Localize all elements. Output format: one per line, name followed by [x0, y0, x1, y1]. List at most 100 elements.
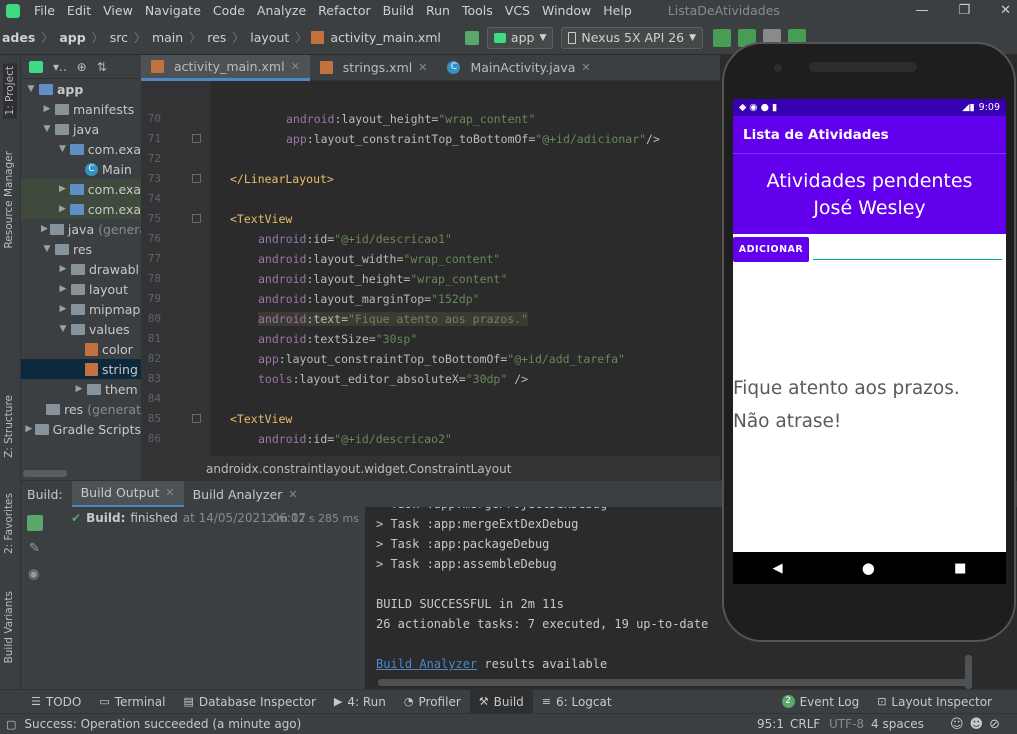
breadcrumb-file[interactable]: activity_main.xml [328, 30, 443, 45]
view-mode-select[interactable]: ▾.. [53, 60, 67, 74]
maximize-button[interactable]: ❐ [958, 3, 970, 18]
minimize-button[interactable]: — [915, 3, 928, 18]
emulator-screen[interactable]: ◆◉●▮ ◢▮ 9:09 Lista de Atividades Ativida… [733, 99, 1006, 584]
breadcrumb-layout[interactable]: layout [248, 30, 291, 45]
close-icon[interactable]: ✕ [288, 488, 297, 501]
tree-item-values[interactable]: ▼ values [21, 319, 141, 339]
structure-tool-tab[interactable]: Z: Structure [3, 395, 15, 458]
menu-analyze[interactable]: Analyze [251, 3, 312, 18]
tree-item-res[interactable]: res (generat [21, 399, 141, 419]
expanded-arrow-icon[interactable]: ▼ [57, 324, 69, 334]
rerun-icon[interactable] [713, 28, 732, 47]
menu-build[interactable]: Build [377, 3, 420, 18]
expanded-arrow-icon[interactable]: ▼ [25, 84, 37, 94]
pin-icon[interactable]: ✎ [29, 541, 40, 556]
code-editor[interactable]: android:layout_height="wrap_content" app:… [211, 81, 720, 456]
collapsed-arrow-icon[interactable]: ▶ [41, 224, 48, 234]
menu-window[interactable]: Window [536, 3, 597, 18]
menu-navigate[interactable]: Navigate [139, 3, 207, 18]
event-log-button[interactable]: 2 Event Log [773, 690, 869, 714]
toggle-tool-windows-icon[interactable]: ▢ [6, 718, 16, 731]
collapsed-arrow-icon[interactable]: ▶ [57, 264, 69, 274]
tool-terminal[interactable]: ▭ Terminal [90, 690, 174, 714]
build-variants-tool-tab[interactable]: Build Variants [3, 591, 15, 663]
collapsed-arrow-icon[interactable]: ▶ [25, 424, 33, 434]
menu-run[interactable]: Run [420, 3, 456, 18]
close-button[interactable]: ✕ [1000, 3, 1011, 18]
menu-code[interactable]: Code [207, 3, 251, 18]
menu-file[interactable]: File [28, 3, 61, 18]
tab-build-output[interactable]: Build Output ✕ [71, 480, 184, 508]
run-config-select[interactable]: app ▼ [486, 26, 554, 49]
tab-mainactivity-java[interactable]: C MainActivity.java ✕ [437, 55, 600, 81]
project-tool-tab[interactable]: 1: Project [3, 63, 17, 119]
make-project-hammer-icon[interactable] [464, 30, 479, 45]
collapsed-arrow-icon[interactable]: ▶ [57, 184, 68, 194]
tool-profiler[interactable]: ◔ Profiler [395, 690, 470, 714]
build-analyzer-link[interactable]: Build Analyzer [376, 657, 477, 671]
expanded-arrow-icon[interactable]: ▼ [41, 124, 53, 134]
fold-marker-icon[interactable] [192, 174, 201, 183]
collapsed-arrow-icon[interactable]: ▶ [57, 304, 69, 314]
breadcrumb-res[interactable]: res [205, 30, 228, 45]
menu-edit[interactable]: Edit [61, 3, 97, 18]
close-icon[interactable]: ✕ [165, 486, 174, 499]
adicionar-button[interactable]: ADICIONAR [733, 237, 809, 262]
tree-item-drawabl[interactable]: ▶ drawabl [21, 259, 141, 279]
menu-refactor[interactable]: Refactor [312, 3, 376, 18]
collapsed-arrow-icon[interactable]: ▶ [73, 384, 85, 394]
tree-item-res[interactable]: ▼ res [21, 239, 141, 259]
menu-tools[interactable]: Tools [456, 3, 499, 18]
tab-build-analyzer[interactable]: Build Analyzer ✕ [184, 481, 307, 508]
breadcrumb-main[interactable]: main [150, 30, 185, 45]
status-message[interactable]: Success: Operation succeeded (a minute a… [24, 717, 301, 731]
tree-item-com-exa[interactable]: ▼ com.exa [21, 139, 141, 159]
collapse-all-icon[interactable]: ⇅ [97, 60, 107, 74]
close-icon[interactable]: ✕ [418, 61, 427, 74]
caret-position[interactable]: 95:1 [757, 717, 784, 731]
tree-item-string[interactable]: string [21, 359, 141, 379]
tool-database-inspector[interactable]: ▤ Database Inspector [174, 690, 324, 714]
console-vscrollbar[interactable] [965, 655, 972, 689]
device-select[interactable]: Nexus 5X API 26 ▼ [561, 26, 704, 49]
expanded-arrow-icon[interactable]: ▼ [41, 244, 53, 254]
task-input-field[interactable] [813, 259, 1002, 260]
tab-activity-main-xml[interactable]: activity_main.xml ✕ [141, 54, 310, 81]
tree-item-main[interactable]: C Main [21, 159, 141, 179]
android-view-icon[interactable] [29, 60, 43, 73]
file-encoding[interactable]: UTF-8 [829, 717, 864, 731]
tree-item-gradle-scripts[interactable]: ▶ Gradle Scripts [21, 419, 141, 439]
tool-4-run[interactable]: ▶ 4: Run [325, 690, 395, 714]
breadcrumb-project[interactable]: ades [0, 30, 37, 45]
close-icon[interactable]: ✕ [581, 61, 590, 74]
eye-icon[interactable]: ◉ [28, 567, 39, 582]
tool-build[interactable]: ⚒ Build [469, 689, 533, 714]
breadcrumb-src[interactable]: src [108, 30, 130, 45]
tree-item-manifests[interactable]: ▶ manifests [21, 99, 141, 119]
menu-view[interactable]: View [97, 3, 139, 18]
indent-setting[interactable]: 4 spaces [871, 717, 924, 731]
feedback-icons[interactable]: ☺☻⊘ [950, 717, 1006, 732]
tool-todo[interactable]: ☰ TODO [22, 690, 90, 714]
expanded-arrow-icon[interactable]: ▼ [57, 144, 68, 154]
tree-item-mipmap[interactable]: ▶ mipmap [21, 299, 141, 319]
tree-item-color[interactable]: color [21, 339, 141, 359]
resource-manager-tool-tab[interactable]: Resource Manager [3, 151, 15, 249]
favorites-tool-tab[interactable]: 2: Favorites [3, 493, 15, 554]
tree-item-com-exa[interactable]: ▶ com.exa [21, 179, 141, 199]
line-separator[interactable]: CRLF [790, 717, 820, 731]
back-icon[interactable]: ◀ [773, 561, 783, 576]
fold-marker-icon[interactable] [192, 414, 201, 423]
layout-inspector-button[interactable]: ⊡ Layout Inspector [868, 690, 1001, 714]
locate-target-icon[interactable]: ⊕ [77, 60, 87, 74]
tool-6-logcat[interactable]: ≡ 6: Logcat [533, 690, 621, 714]
tree-item-app[interactable]: ▼ app [21, 79, 141, 99]
tab-strings-xml[interactable]: strings.xml ✕ [310, 55, 438, 81]
recents-icon[interactable]: ■ [954, 561, 966, 576]
console-hscrollbar[interactable] [378, 679, 968, 686]
tree-item-them[interactable]: ▶ them [21, 379, 141, 399]
close-icon[interactable]: ✕ [291, 60, 300, 73]
breadcrumb-app[interactable]: app [57, 30, 87, 45]
hammer-icon[interactable] [27, 515, 43, 531]
menu-vcs[interactable]: VCS [499, 3, 536, 18]
